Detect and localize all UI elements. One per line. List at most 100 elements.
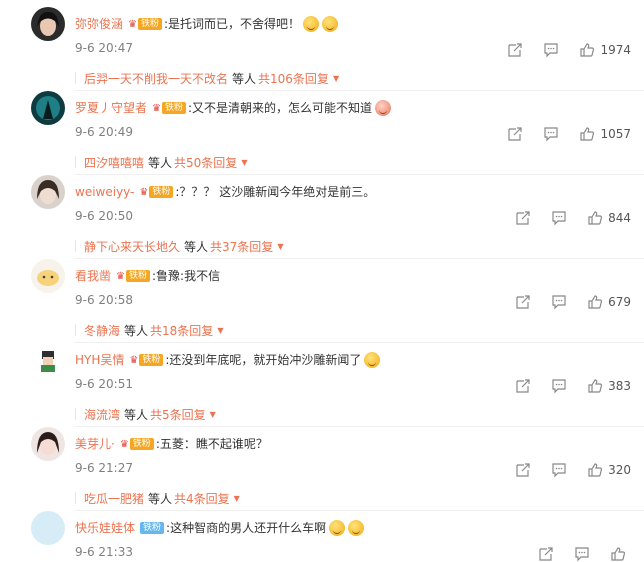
reply-users[interactable]: 吃瓜一肥猪 <box>84 490 144 507</box>
reply-count[interactable]: 共37条回复 <box>210 238 273 255</box>
reply-connector: 等人 <box>232 71 257 86</box>
comment-button[interactable] <box>543 42 559 58</box>
fan-badge: ♛ 铁粉 <box>152 102 186 115</box>
reply-connector: 等人 <box>184 239 209 254</box>
reply-users[interactable]: 四汐嘻嘻嘻 <box>84 154 144 171</box>
emoji-icon <box>375 100 392 116</box>
crown-icon: ♛ <box>116 270 125 282</box>
comment-text: :是托词而已，不舍得吧！ <box>164 17 301 31</box>
comment-button[interactable] <box>551 378 567 394</box>
like-count: 679 <box>608 295 631 309</box>
replies-summary[interactable]: 静下心来天长地久 等人 共37条回复 ▼ <box>75 235 635 257</box>
reply-divider <box>75 240 76 252</box>
comment-time: 9-6 21:27 <box>75 461 133 475</box>
comment-button[interactable] <box>551 210 567 226</box>
like-button[interactable]: 320 <box>587 462 631 478</box>
username-link[interactable]: 美芽儿· <box>75 436 115 452</box>
forward-icon <box>516 379 530 393</box>
avatar[interactable] <box>31 343 65 377</box>
like-icon <box>588 379 603 393</box>
caret-down-icon[interactable]: ▼ <box>333 74 339 83</box>
avatar[interactable] <box>31 427 65 461</box>
comment-button[interactable] <box>551 294 567 310</box>
comment-button[interactable] <box>543 126 559 142</box>
comment-text: :鲁豫:我不信 <box>152 269 221 283</box>
reply-count[interactable]: 共4条回复 <box>174 490 230 507</box>
comment-text: :这种智商的男人还开什么车啊 <box>166 521 327 535</box>
username-link[interactable]: 快乐娃娃体 <box>75 520 135 536</box>
like-button[interactable]: 383 <box>587 378 631 394</box>
comment-icon <box>544 43 559 58</box>
reply-count[interactable]: 共106条回复 <box>258 70 329 87</box>
reply-count[interactable]: 共50条回复 <box>174 154 237 171</box>
avatar[interactable] <box>31 175 65 209</box>
comment-header: 弥弥俊涵 ♛ 铁粉 :是托词而已，不舍得吧！ <box>75 13 339 35</box>
emoji-icon <box>303 16 320 32</box>
username-link[interactable]: 弥弥俊涵 <box>75 16 123 32</box>
comment-item: 美芽儿· ♛ 铁粉 :五菱：瞧不起谁呢？ 9-6 21:27 320 吃瓜一肥猪 … <box>0 427 644 511</box>
avatar[interactable] <box>31 259 65 293</box>
reply-connector: 等人 <box>124 323 149 338</box>
replies-summary[interactable]: 海流湾 等人 共5条回复 ▼ <box>75 403 635 425</box>
avatar[interactable] <box>31 511 65 545</box>
like-icon <box>588 211 603 225</box>
fan-badge: ♛ 铁粉 <box>116 270 150 283</box>
crown-icon: ♛ <box>139 186 149 198</box>
comment-icon <box>552 211 566 226</box>
forward-button[interactable] <box>507 126 523 142</box>
caret-down-icon[interactable]: ▼ <box>277 242 283 251</box>
like-button[interactable]: 844 <box>587 210 631 226</box>
forward-icon <box>516 463 530 477</box>
comment-icon <box>552 379 566 394</box>
replies-summary[interactable]: 四汐嘻嘻嘻 等人 共50条回复 ▼ <box>75 151 635 173</box>
emoji-icon <box>329 520 346 536</box>
username-link[interactable]: 罗夏丿守望者 <box>75 100 147 116</box>
avatar[interactable] <box>31 91 65 125</box>
comment-actions: 844 <box>495 210 631 226</box>
caret-down-icon[interactable]: ▼ <box>217 326 223 335</box>
comment-actions: 320 <box>495 462 631 478</box>
like-count: 1057 <box>600 127 631 141</box>
reply-users[interactable]: 静下心来天长地久 <box>84 238 180 255</box>
comment-text: :又不是清朝来的，怎么可能不知道 <box>188 101 373 115</box>
like-button[interactable]: 679 <box>587 294 631 310</box>
forward-button[interactable] <box>515 378 531 394</box>
caret-down-icon[interactable]: ▼ <box>234 494 240 503</box>
caret-down-icon[interactable]: ▼ <box>241 158 247 167</box>
forward-button[interactable] <box>515 462 531 478</box>
reply-users[interactable]: 冬静海 <box>84 322 120 339</box>
reply-count[interactable]: 共5条回复 <box>150 406 206 423</box>
forward-button[interactable] <box>515 294 531 310</box>
comment-item: 罗夏丿守望者 ♛ 铁粉 :又不是清朝来的，怎么可能不知道 9-6 20:49 10… <box>0 91 644 175</box>
comment-header: 罗夏丿守望者 ♛ 铁粉 :又不是清朝来的，怎么可能不知道 <box>75 97 392 119</box>
comment-header: HYH吴情 ♛ 铁粉 :还没到年底呢，就开始冲沙雕新闻了 <box>75 349 381 371</box>
forward-button[interactable] <box>507 42 523 58</box>
forward-icon <box>516 211 530 225</box>
forward-button[interactable] <box>515 210 531 226</box>
username-link[interactable]: weiweiyy- <box>75 184 134 200</box>
comment-button[interactable] <box>551 462 567 478</box>
comment-text: :？？？ 这沙雕新闻今年绝对是前三。 <box>175 185 376 199</box>
like-count: 383 <box>608 379 631 393</box>
reply-divider <box>75 492 76 504</box>
fan-badge: ♛ 铁粉 <box>128 18 162 31</box>
forward-icon <box>508 127 523 141</box>
reply-connector: 等人 <box>148 491 173 506</box>
reply-users[interactable]: 后羿一天不削我一天不改名 <box>84 70 228 87</box>
replies-summary[interactable]: 后羿一天不削我一天不改名 等人 共106条回复 ▼ <box>75 67 635 89</box>
replies-summary[interactable]: 冬静海 等人 共18条回复 ▼ <box>75 319 635 341</box>
reply-connector: 等人 <box>148 155 173 170</box>
like-button[interactable]: 1057 <box>579 126 631 142</box>
username-link[interactable]: HYH吴情 <box>75 352 124 368</box>
reply-users[interactable]: 海流湾 <box>84 406 120 423</box>
reply-count[interactable]: 共18条回复 <box>150 322 213 339</box>
replies-summary[interactable]: 吃瓜一肥猪 等人 共4条回复 ▼ <box>75 487 635 509</box>
fan-badge: ♛ 铁粉 <box>139 186 174 199</box>
caret-down-icon[interactable]: ▼ <box>210 410 216 419</box>
like-icon <box>588 295 603 309</box>
username-link[interactable]: 看我凿 <box>75 268 111 284</box>
like-button[interactable]: 1974 <box>579 42 631 58</box>
emoji-icon <box>364 352 381 368</box>
reply-divider <box>75 72 76 84</box>
avatar[interactable] <box>31 7 65 41</box>
